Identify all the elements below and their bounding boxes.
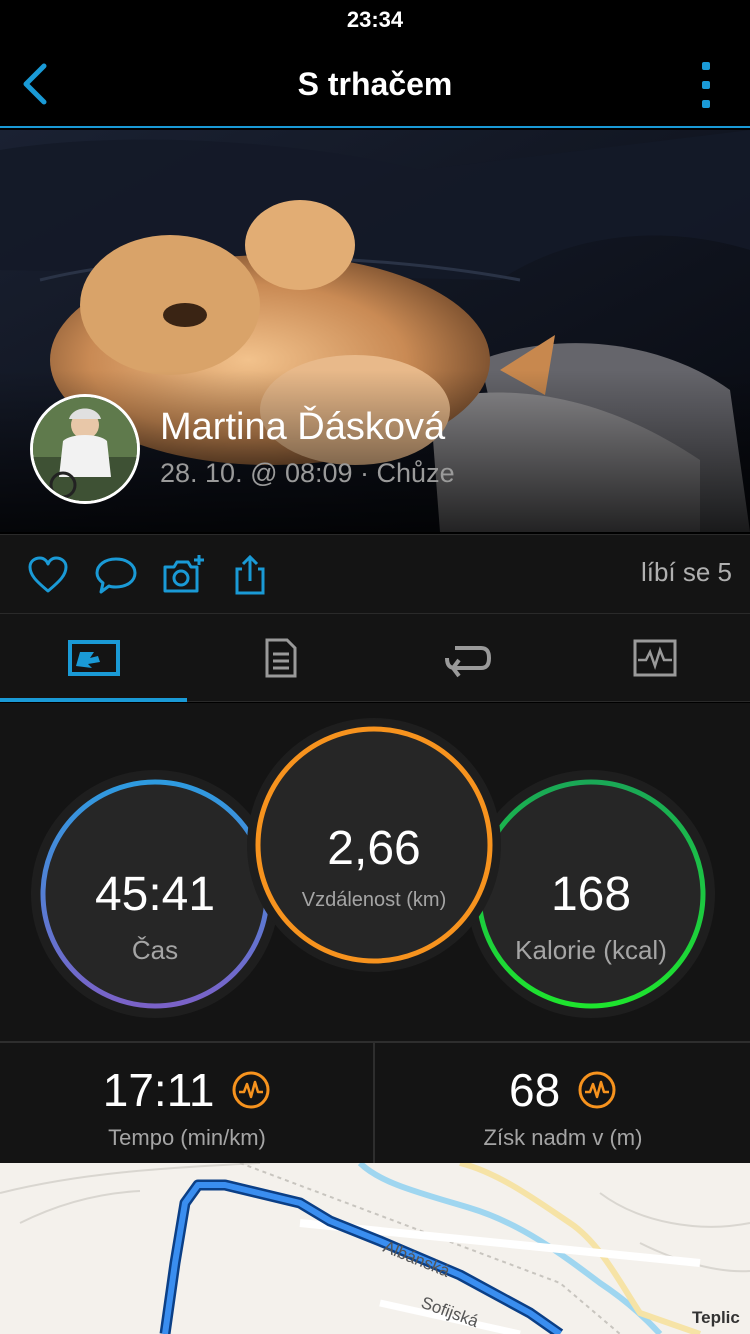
tab-laps[interactable]	[374, 614, 561, 702]
active-tab-indicator	[0, 698, 187, 702]
distance-stat[interactable]: 2,66 Vzdálenost (km)	[246, 717, 502, 973]
share-icon	[235, 554, 265, 595]
pace-metric[interactable]: 17:11 Tempo (min/km)	[0, 1043, 374, 1163]
more-dot-icon	[702, 62, 710, 70]
page-title: S trhačem	[297, 65, 453, 102]
time-label: Čas	[131, 935, 179, 965]
share-button[interactable]	[228, 553, 272, 597]
comment-icon	[95, 557, 137, 594]
time-value: 45:41	[94, 868, 216, 921]
heart-icon	[28, 556, 68, 593]
calories-stat[interactable]: 168 Kalorie (kcal)	[466, 769, 716, 1019]
route-map[interactable]: Albánská Sofijská Teplic	[0, 1163, 750, 1334]
tab-charts[interactable]	[561, 614, 748, 702]
avatar-image	[33, 397, 137, 501]
tab-bar	[0, 614, 750, 702]
calories-label: Kalorie (kcal)	[515, 935, 667, 965]
elevation-value-row: 68	[376, 1063, 750, 1117]
activity-photo[interactable]: Martina Ďásková 28. 10. @ 08:09 · Chůze	[0, 130, 750, 532]
pace-value: 17:11	[102, 1064, 215, 1116]
street-label-teplic: Teplic	[692, 1308, 740, 1327]
back-button[interactable]	[10, 54, 60, 114]
add-photo-button[interactable]	[161, 553, 205, 597]
tab-stats[interactable]	[0, 614, 187, 702]
distance-label: Vzdálenost (km)	[301, 889, 447, 911]
more-options-button[interactable]	[696, 62, 716, 108]
activity-pulse-icon	[232, 1071, 270, 1109]
stats-icon	[67, 640, 120, 676]
distance-value: 2,66	[327, 822, 421, 875]
metrics-row: 17:11 Tempo (min/km) 68 Získ nadm v (m)	[0, 1041, 750, 1163]
time-stat[interactable]: 45:41 Čas	[30, 769, 280, 1019]
activity-meta: 28. 10. @ 08:09 · Chůze	[160, 458, 455, 488]
like-button[interactable]	[26, 553, 70, 597]
laps-icon	[444, 646, 491, 678]
chevron-left-icon	[23, 63, 47, 105]
elevation-metric[interactable]: 68 Získ nadm v (m)	[376, 1043, 750, 1163]
metric-divider	[373, 1043, 375, 1163]
status-time: 23:34	[346, 7, 404, 32]
more-dot-icon	[702, 81, 710, 89]
status-bar: 23:34	[0, 0, 750, 40]
details-icon	[265, 638, 296, 678]
chart-icon	[633, 639, 676, 677]
pace-value-row: 17:11	[0, 1063, 374, 1117]
pace-label: Tempo (min/km)	[108, 1125, 266, 1150]
nav-bar: S trhačem	[0, 40, 750, 128]
camera-add-icon	[163, 555, 204, 593]
tab-details[interactable]	[187, 614, 374, 702]
elevation-value: 68	[509, 1064, 561, 1116]
calories-value: 168	[550, 868, 632, 921]
action-bar: líbí se 5	[0, 534, 750, 614]
activity-pulse-icon	[578, 1071, 616, 1109]
elevation-label: Získ nadm v (m)	[483, 1125, 643, 1150]
avatar[interactable]	[30, 394, 140, 504]
user-name[interactable]: Martina Ďásková	[160, 406, 445, 449]
comment-button[interactable]	[94, 553, 138, 597]
more-dot-icon	[702, 100, 710, 108]
map-canvas: Albánská Sofijská Teplic	[0, 1163, 750, 1334]
stats-panel: 45:41 Čas 168 Kalorie (kcal) 2,66 Vzdále…	[0, 703, 750, 1041]
likes-count[interactable]: líbí se 5	[641, 557, 732, 588]
